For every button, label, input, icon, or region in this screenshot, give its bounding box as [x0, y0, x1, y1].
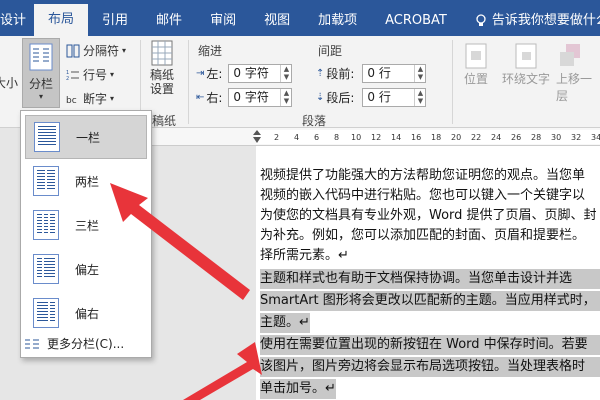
- annotation-arrows: [110, 183, 262, 400]
- red-arrow-icon: [110, 183, 262, 400]
